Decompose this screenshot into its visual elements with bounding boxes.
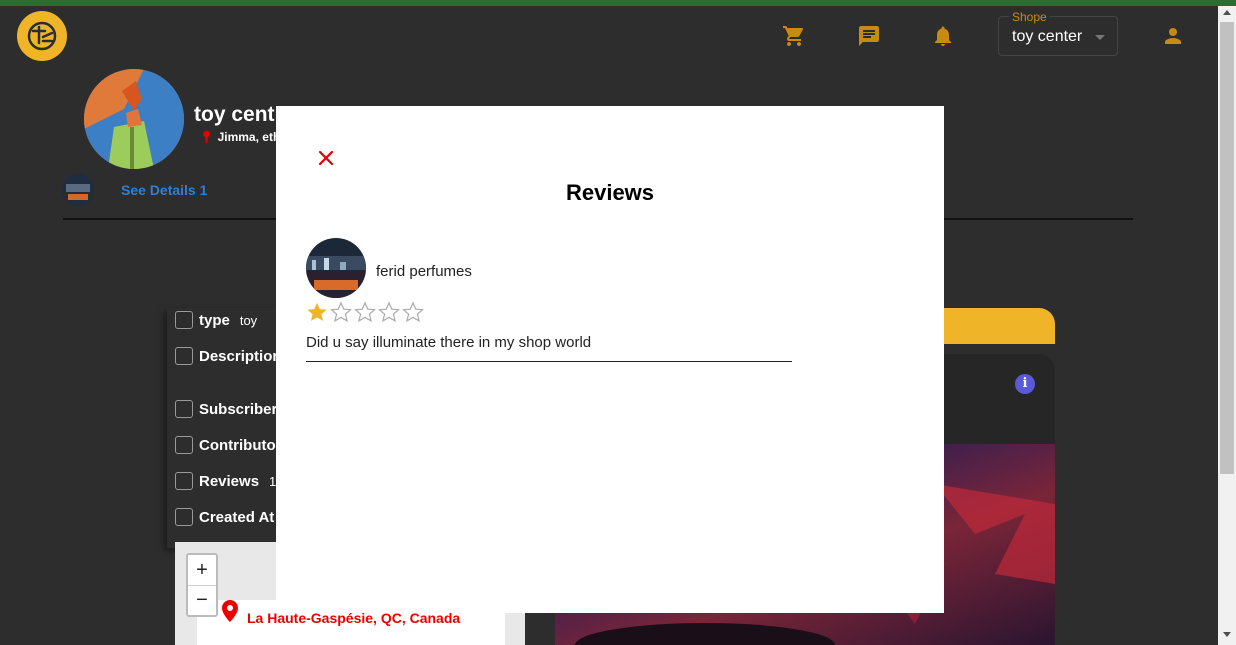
info-reviews-label: Reviews	[199, 472, 260, 490]
details-panel-header	[940, 308, 1055, 344]
zoom-out-button[interactable]: −	[188, 585, 216, 615]
info-type-row: type toy	[175, 311, 257, 329]
logo-mark-icon	[27, 21, 57, 51]
info-created-row: Created At	[175, 508, 274, 526]
shop-avatar	[84, 69, 184, 169]
info-type-label: type	[199, 311, 230, 329]
info-subscribers-label: Subscriber	[199, 400, 278, 418]
owner-avatar[interactable]	[62, 174, 94, 206]
info-contributors-row: Contributo	[175, 436, 276, 454]
logo[interactable]	[17, 11, 67, 61]
app-bar: Shope toy center	[0, 6, 1218, 66]
star-filled-icon	[307, 302, 327, 321]
info-reviews-row: Reviews 1	[175, 472, 276, 490]
cart-icon[interactable]	[782, 24, 806, 48]
chat-icon[interactable]	[857, 24, 881, 48]
details-panel	[940, 354, 1055, 444]
info-created-label: Created At	[199, 508, 275, 526]
shop-select-label: Shope	[1009, 10, 1050, 24]
scroll-thumb[interactable]	[1220, 22, 1234, 474]
shop-info-list: type toy Description Subscriber Contribu…	[167, 308, 287, 548]
reviewer-avatar[interactable]	[306, 238, 366, 298]
shop-location-text: Jimma, ethi	[217, 130, 284, 144]
info-type-value: toy	[239, 312, 258, 328]
scroll-down-icon[interactable]	[1223, 632, 1231, 637]
map-pin-icon	[222, 600, 238, 627]
star-empty-icon	[378, 301, 400, 323]
map-zoom-control: + −	[186, 553, 218, 617]
reviews-icon	[175, 472, 193, 490]
close-icon[interactable]	[314, 146, 338, 170]
review-item: ferid perfumes Did u say illuminate ther…	[306, 238, 792, 362]
chevron-down-icon	[1095, 35, 1105, 40]
reviews-modal: Reviews ferid perfumes Did u say illumin…	[276, 106, 944, 613]
review-text: Did u say illuminate there in my shop wo…	[306, 334, 592, 351]
shop-location: 📍︎ Jimma, ethi	[199, 130, 284, 144]
contributors-icon	[175, 436, 193, 454]
shop-name: toy cent	[194, 103, 275, 126]
description-icon	[175, 347, 193, 365]
star-empty-icon	[402, 301, 424, 323]
type-icon	[175, 311, 193, 329]
scroll-up-icon[interactable]	[1223, 10, 1231, 15]
modal-title: Reviews	[565, 180, 655, 205]
info-icon[interactable]: i	[1015, 374, 1035, 394]
info-contributors-label: Contributo	[199, 436, 276, 454]
subscribers-icon	[175, 400, 193, 418]
star-rating	[306, 301, 424, 323]
account-icon[interactable]	[1161, 24, 1185, 48]
zoom-in-button[interactable]: +	[188, 555, 216, 585]
info-description-label: Description	[199, 347, 282, 365]
info-description-row: Description	[175, 347, 282, 365]
see-details-link[interactable]: See Details 1	[121, 182, 207, 198]
reviewer-name: ferid perfumes	[376, 263, 472, 280]
star-empty-icon	[330, 301, 352, 323]
star-empty-icon	[354, 301, 376, 323]
info-subscribers-row: Subscriber	[175, 400, 277, 418]
shop-select-value: toy center	[1012, 28, 1083, 45]
scrollbar[interactable]	[1218, 6, 1236, 645]
location-pin-icon: 📍︎	[199, 130, 215, 144]
calendar-icon	[175, 508, 193, 526]
shop-select[interactable]: Shope toy center	[998, 10, 1118, 56]
bell-icon[interactable]	[931, 24, 955, 48]
